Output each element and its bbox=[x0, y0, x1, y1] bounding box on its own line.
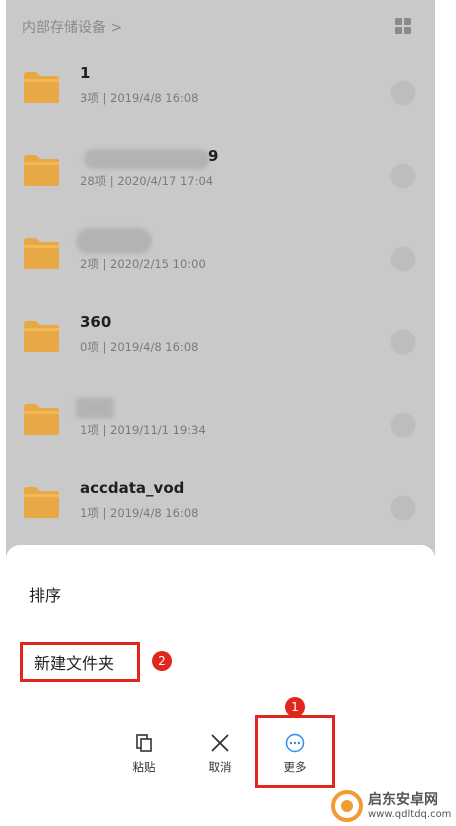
folder-name: 9 bbox=[208, 147, 219, 165]
folder-meta: 3项 | 2019/4/8 16:08 bbox=[80, 91, 199, 105]
highlight-box-more bbox=[255, 715, 335, 788]
folder-name: accdata_vod bbox=[80, 479, 185, 497]
folder-icon bbox=[24, 72, 59, 103]
new-folder-menu-item[interactable]: 新建文件夹 bbox=[34, 650, 114, 674]
close-icon bbox=[211, 734, 229, 752]
grid-view-icon[interactable] bbox=[395, 18, 411, 34]
folder-icon bbox=[24, 321, 59, 352]
breadcrumb[interactable]: 内部存储设备 > bbox=[22, 17, 122, 37]
file-list-area: 内部存储设备 > 1 3项 | 2019/4/8 16:08 9 28项 | 2… bbox=[6, 0, 435, 570]
folder-meta: 1项 | 2019/11/1 19:34 bbox=[80, 423, 206, 437]
select-radio[interactable] bbox=[390, 163, 416, 189]
paste-button[interactable]: 粘贴 bbox=[114, 733, 174, 775]
folder-meta: 2项 | 2020/2/15 10:00 bbox=[80, 257, 206, 271]
watermark-url: www.qdltdq.com bbox=[368, 809, 452, 820]
folder-row[interactable]: accdata_vod 1项 | 2019/4/8 16:08 bbox=[6, 465, 435, 547]
select-radio[interactable] bbox=[390, 495, 416, 521]
blurred-name bbox=[76, 398, 114, 418]
folder-row[interactable]: 1 3项 | 2019/4/8 16:08 bbox=[6, 50, 435, 132]
folder-meta: 0项 | 2019/4/8 16:08 bbox=[80, 340, 199, 354]
blurred-name bbox=[84, 149, 210, 169]
cancel-label: 取消 bbox=[208, 760, 232, 774]
folder-icon bbox=[24, 155, 59, 186]
folder-row[interactable]: 9 28项 | 2020/4/17 17:04 bbox=[6, 133, 435, 215]
blurred-name bbox=[76, 228, 152, 254]
folder-row[interactable]: 2项 | 2020/2/15 10:00 bbox=[6, 216, 435, 298]
watermark-logo-icon bbox=[331, 790, 363, 822]
watermark-title: 启东安卓网 bbox=[368, 792, 438, 808]
select-radio[interactable] bbox=[390, 329, 416, 355]
bottom-sheet: 排序 新建文件夹 2 粘贴 取消 更多 1 bbox=[6, 545, 435, 826]
folder-meta: 28项 | 2020/4/17 17:04 bbox=[80, 174, 214, 188]
folder-icon bbox=[24, 404, 59, 435]
select-radio[interactable] bbox=[390, 412, 416, 438]
folder-icon bbox=[24, 238, 59, 269]
folder-row[interactable]: 360 0项 | 2019/4/8 16:08 bbox=[6, 299, 435, 381]
folder-row[interactable]: 1项 | 2019/11/1 19:34 bbox=[6, 382, 435, 464]
step-badge-1: 1 bbox=[285, 697, 305, 717]
site-watermark: 启东安卓网 www.qdltdq.com bbox=[330, 787, 456, 825]
select-radio[interactable] bbox=[390, 80, 416, 106]
paste-label: 粘贴 bbox=[132, 760, 156, 774]
sort-menu-item[interactable]: 排序 bbox=[29, 582, 61, 606]
cancel-button[interactable]: 取消 bbox=[190, 733, 250, 775]
folder-name: 1 bbox=[80, 64, 91, 82]
paste-icon bbox=[136, 734, 152, 752]
folder-icon bbox=[24, 487, 59, 518]
step-badge-2: 2 bbox=[152, 651, 172, 671]
select-radio[interactable] bbox=[390, 246, 416, 272]
folder-meta: 1项 | 2019/4/8 16:08 bbox=[80, 506, 199, 520]
file-manager-screen: 内部存储设备 > 1 3项 | 2019/4/8 16:08 9 28项 | 2… bbox=[6, 0, 435, 826]
folder-name: 360 bbox=[80, 313, 112, 331]
